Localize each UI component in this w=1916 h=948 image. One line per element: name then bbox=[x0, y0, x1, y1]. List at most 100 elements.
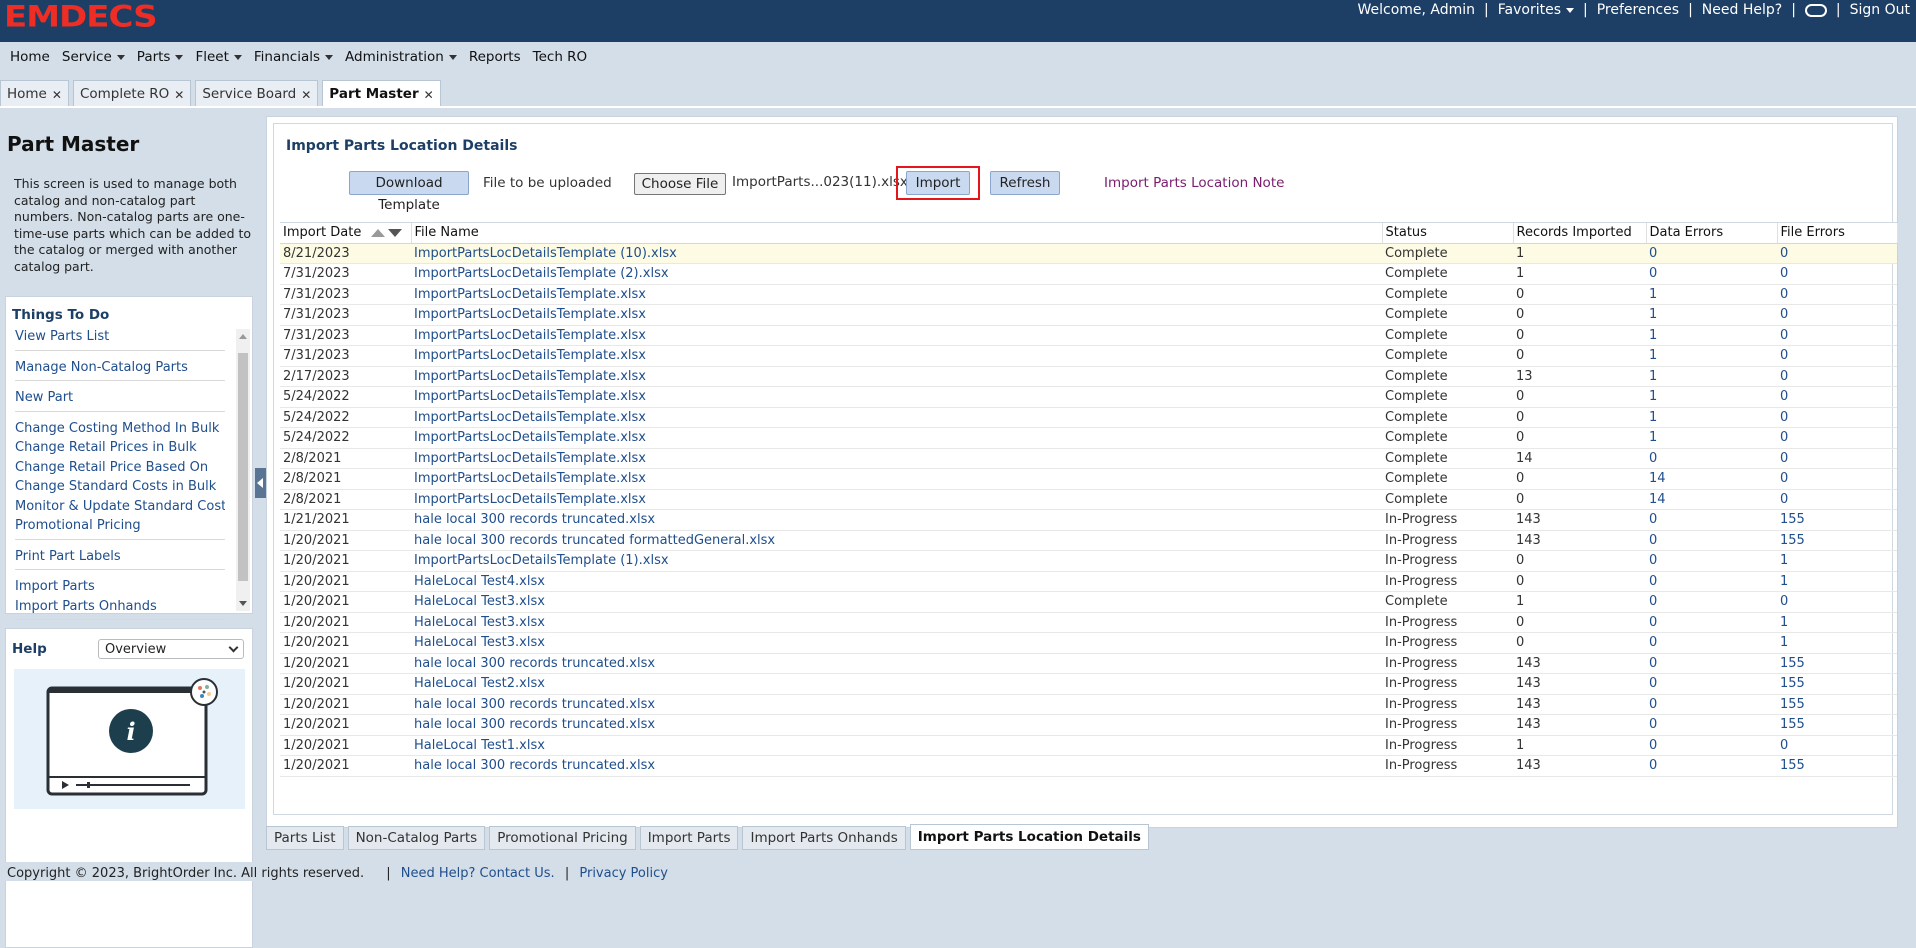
nav-item-service[interactable]: Service bbox=[62, 49, 125, 65]
cell-file-name[interactable]: ImportPartsLocDetailsTemplate.xlsx bbox=[411, 448, 1382, 469]
cell-file-name[interactable]: hale local 300 records truncated formatt… bbox=[411, 530, 1382, 551]
app-logo[interactable]: EMDECS bbox=[4, 0, 158, 34]
cell-file-errors[interactable]: 155 bbox=[1777, 530, 1897, 551]
cell-file-name[interactable]: HaleLocal Test4.xlsx bbox=[411, 571, 1382, 592]
tab-home[interactable]: Home ✕ bbox=[0, 80, 69, 106]
cell-file-name[interactable]: hale local 300 records truncated.xlsx bbox=[411, 653, 1382, 674]
cell-file-errors[interactable]: 0 bbox=[1777, 366, 1897, 387]
cell-file-name[interactable]: hale local 300 records truncated.xlsx bbox=[411, 714, 1382, 736]
table-row[interactable]: 2/8/2021 ImportPartsLocDetailsTemplate.xl… bbox=[280, 468, 1897, 490]
cell-file-errors[interactable]: 155 bbox=[1777, 755, 1897, 777]
cell-data-errors[interactable]: 0 bbox=[1646, 448, 1777, 469]
column-header-file-name[interactable]: File Name bbox=[411, 223, 1383, 244]
tab-part-master[interactable]: Part Master ✕ bbox=[322, 80, 441, 106]
todo-link-change-retail-prices-in-bulk[interactable]: Change Retail Prices in Bulk bbox=[15, 438, 225, 458]
nav-item-fleet[interactable]: Fleet bbox=[195, 49, 242, 65]
close-icon[interactable]: ✕ bbox=[52, 88, 62, 102]
cell-file-name[interactable]: ImportPartsLocDetailsTemplate (1).xlsx bbox=[411, 550, 1382, 572]
cell-file-errors[interactable]: 0 bbox=[1777, 345, 1897, 367]
cell-file-errors[interactable]: 0 bbox=[1777, 489, 1897, 510]
todo-link-promotional-pricing[interactable]: Promotional Pricing bbox=[15, 516, 225, 536]
cell-data-errors[interactable]: 1 bbox=[1646, 407, 1777, 428]
tab-service-board[interactable]: Service Board ✕ bbox=[195, 80, 319, 106]
cell-data-errors[interactable]: 0 bbox=[1646, 550, 1777, 572]
cell-data-errors[interactable]: 1 bbox=[1646, 427, 1777, 449]
cell-file-name[interactable]: HaleLocal Test3.xlsx bbox=[411, 632, 1382, 654]
cell-data-errors[interactable]: 0 bbox=[1646, 263, 1777, 285]
column-header-records-imported[interactable]: Records Imported bbox=[1513, 223, 1647, 244]
cell-data-errors[interactable]: 1 bbox=[1646, 284, 1777, 305]
nav-item-administration[interactable]: Administration bbox=[345, 49, 457, 65]
table-row[interactable]: 7/31/2023 ImportPartsLocDetailsTemplate.x… bbox=[280, 304, 1897, 326]
table-row[interactable]: 1/20/2021 HaleLocal Test3.xlsx Complete 1 0 0 bbox=[280, 591, 1897, 613]
cell-file-errors[interactable]: 155 bbox=[1777, 673, 1897, 695]
bottom-tab-import-parts[interactable]: Import Parts bbox=[639, 826, 739, 850]
cell-file-name[interactable]: hale local 300 records truncated.xlsx bbox=[411, 509, 1382, 531]
table-row[interactable]: 1/20/2021 hale local 300 records truncate… bbox=[280, 755, 1897, 777]
favorites-menu[interactable]: Favorites bbox=[1498, 2, 1575, 18]
cloud-icon[interactable] bbox=[1804, 3, 1827, 17]
cell-file-errors[interactable]: 0 bbox=[1777, 304, 1897, 326]
table-row[interactable]: 1/20/2021 HaleLocal Test4.xlsx In-Progress… bbox=[280, 571, 1897, 592]
cell-file-name[interactable]: ImportPartsLocDetailsTemplate.xlsx bbox=[411, 407, 1382, 428]
cell-data-errors[interactable]: 0 bbox=[1646, 530, 1777, 551]
cell-data-errors[interactable]: 1 bbox=[1646, 304, 1777, 326]
close-icon[interactable]: ✕ bbox=[301, 88, 311, 102]
cell-file-errors[interactable]: 0 bbox=[1777, 735, 1897, 756]
nav-item-reports[interactable]: Reports bbox=[469, 49, 521, 65]
table-row[interactable]: 1/20/2021 hale local 300 records truncate… bbox=[280, 694, 1897, 715]
close-icon[interactable]: ✕ bbox=[424, 88, 434, 102]
cell-file-errors[interactable]: 155 bbox=[1777, 653, 1897, 674]
cell-data-errors[interactable]: 0 bbox=[1646, 243, 1777, 264]
todo-link-manage-non-catalog-parts[interactable]: Manage Non-Catalog Parts bbox=[15, 358, 225, 378]
cell-file-errors[interactable]: 1 bbox=[1777, 550, 1897, 572]
sort-descending-icon[interactable] bbox=[388, 228, 403, 237]
table-row[interactable]: 5/24/2022 ImportPartsLocDetailsTemplate.x… bbox=[280, 386, 1897, 408]
cell-file-name[interactable]: ImportPartsLocDetailsTemplate (10).xlsx bbox=[411, 243, 1382, 264]
table-row[interactable]: 1/20/2021 HaleLocal Test3.xlsx In-Progress… bbox=[280, 632, 1897, 654]
sign-out-link[interactable]: Sign Out bbox=[1850, 2, 1910, 18]
sort-ascending-icon[interactable] bbox=[371, 228, 386, 237]
import-button[interactable]: Import bbox=[906, 171, 970, 195]
cell-data-errors[interactable]: 0 bbox=[1646, 612, 1777, 633]
cell-file-name[interactable]: ImportPartsLocDetailsTemplate.xlsx bbox=[411, 304, 1382, 326]
nav-item-parts[interactable]: Parts bbox=[137, 49, 184, 65]
cell-file-name[interactable]: HaleLocal Test2.xlsx bbox=[411, 673, 1382, 695]
table-row[interactable]: 5/24/2022 ImportPartsLocDetailsTemplate.x… bbox=[280, 407, 1897, 428]
choose-file-button[interactable]: Choose File bbox=[634, 173, 726, 195]
help-topic-select[interactable]: Overview bbox=[98, 639, 244, 659]
cell-file-errors[interactable]: 0 bbox=[1777, 263, 1897, 285]
table-row[interactable]: 1/20/2021 hale local 300 records truncate… bbox=[280, 530, 1897, 551]
todo-link-import-parts-onhands[interactable]: Import Parts Onhands bbox=[15, 597, 225, 617]
table-row[interactable]: 7/31/2023 ImportPartsLocDetailsTemplate.x… bbox=[280, 345, 1897, 367]
cell-data-errors[interactable]: 14 bbox=[1646, 468, 1777, 490]
table-row[interactable]: 2/8/2021 ImportPartsLocDetailsTemplate.xl… bbox=[280, 448, 1897, 469]
todo-link-change-costing-method-in-bulk[interactable]: Change Costing Method In Bulk bbox=[15, 419, 225, 439]
table-row[interactable]: 7/31/2023 ImportPartsLocDetailsTemplate.x… bbox=[280, 284, 1897, 305]
cell-data-errors[interactable]: 0 bbox=[1646, 714, 1777, 736]
cell-data-errors[interactable]: 1 bbox=[1646, 325, 1777, 346]
bottom-tab-import-parts-location-details[interactable]: Import Parts Location Details bbox=[909, 824, 1149, 850]
cell-file-errors[interactable]: 1 bbox=[1777, 612, 1897, 633]
cell-data-errors[interactable]: 0 bbox=[1646, 653, 1777, 674]
help-video-thumbnail[interactable]: i bbox=[14, 669, 245, 809]
tab-complete-ro[interactable]: Complete RO ✕ bbox=[72, 80, 192, 106]
close-icon[interactable]: ✕ bbox=[174, 88, 184, 102]
cell-file-name[interactable]: HaleLocal Test3.xlsx bbox=[411, 612, 1382, 633]
cell-data-errors[interactable]: 14 bbox=[1646, 489, 1777, 510]
cell-file-errors[interactable]: 1 bbox=[1777, 632, 1897, 654]
cell-data-errors[interactable]: 0 bbox=[1646, 509, 1777, 531]
cell-file-name[interactable]: HaleLocal Test1.xlsx bbox=[411, 735, 1382, 756]
cell-file-name[interactable]: ImportPartsLocDetailsTemplate.xlsx bbox=[411, 366, 1382, 387]
cell-data-errors[interactable]: 1 bbox=[1646, 366, 1777, 387]
bottom-tab-promotional-pricing[interactable]: Promotional Pricing bbox=[489, 826, 636, 850]
todo-link-new-part[interactable]: New Part bbox=[15, 388, 225, 408]
cell-file-errors[interactable]: 0 bbox=[1777, 468, 1897, 490]
cell-file-errors[interactable]: 155 bbox=[1777, 509, 1897, 531]
cell-file-errors[interactable]: 0 bbox=[1777, 427, 1897, 449]
bottom-tab-import-parts-onhands[interactable]: Import Parts Onhands bbox=[742, 826, 906, 850]
cell-file-errors[interactable]: 155 bbox=[1777, 694, 1897, 715]
table-row[interactable]: 1/20/2021 ImportPartsLocDetailsTemplate (… bbox=[280, 550, 1897, 572]
cell-file-name[interactable]: ImportPartsLocDetailsTemplate.xlsx bbox=[411, 284, 1382, 305]
cell-file-errors[interactable]: 0 bbox=[1777, 448, 1897, 469]
